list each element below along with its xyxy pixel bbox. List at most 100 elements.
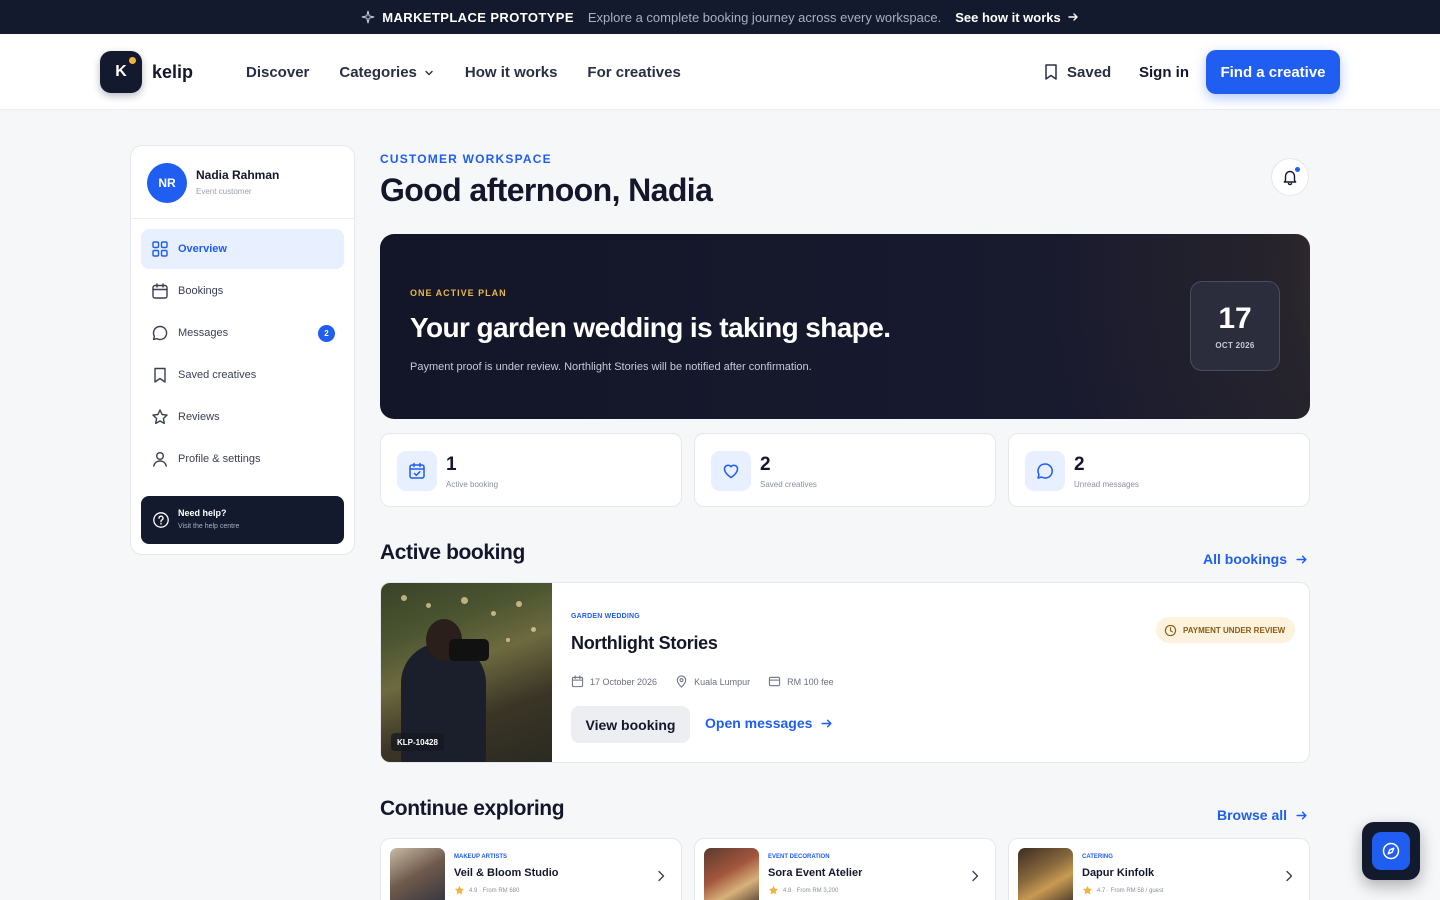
nav-for-creatives[interactable]: For creatives: [587, 64, 680, 81]
calendar-check-icon: [397, 451, 437, 491]
event-day: 17: [1218, 301, 1252, 335]
sidebar-item-label: Profile & settings: [178, 453, 261, 465]
all-bookings-label[interactable]: All bookings: [1203, 551, 1287, 567]
calendar-icon: [571, 675, 584, 688]
star-icon: [768, 885, 779, 895]
banner-link[interactable]: See how it works: [955, 10, 1078, 25]
creative-rating: 4.9 · From RM 680: [454, 885, 519, 896]
stat-saved-creatives[interactable]: 2 Saved creatives: [694, 433, 996, 507]
nav-how-it-works[interactable]: How it works: [465, 64, 558, 81]
booking-vendor-name: Northlight Stories: [571, 633, 718, 653]
workspace-eyebrow: CUSTOMER WORKSPACE: [380, 152, 552, 166]
saved-link[interactable]: Saved: [1043, 63, 1111, 81]
saved-label[interactable]: Saved: [1067, 64, 1111, 81]
nav-discover-label[interactable]: Discover: [246, 64, 309, 81]
arrow-right-icon: [821, 718, 832, 728]
plan-note: Payment proof is under review. Northligh…: [410, 361, 812, 373]
view-booking-button[interactable]: View booking: [571, 706, 690, 743]
nav-categories-label[interactable]: Categories: [339, 64, 417, 81]
booking-location: Kuala Lumpur: [675, 675, 750, 688]
clock-icon: [1164, 624, 1177, 636]
sparkle-icon: [362, 10, 375, 24]
sidebar-item-label: Messages: [178, 327, 229, 339]
stat-active-booking[interactable]: 1 Active booking: [380, 433, 682, 507]
chevron-down-icon: [425, 70, 433, 75]
nav-for-creatives-label[interactable]: For creatives: [587, 64, 680, 81]
avatar: NR: [147, 163, 187, 203]
booking-category: GARDEN WEDDING: [571, 613, 640, 620]
star-icon: [152, 409, 168, 425]
creative-card[interactable]: CATERING Dapur Kinfolk 4.7 · From RM 58 …: [1008, 838, 1310, 900]
stat-value: 1: [446, 454, 457, 475]
nav-how-it-works-label[interactable]: How it works: [465, 64, 558, 81]
browse-all-link[interactable]: Browse all: [1217, 807, 1308, 823]
creative-thumbnail: [1018, 848, 1073, 900]
help-card[interactable]: Need help? Visit the help centre: [141, 496, 344, 544]
creative-rating-text: 4.9 · From RM 680: [469, 887, 520, 894]
arrow-right-icon: [1296, 810, 1307, 820]
site-header: K kelip Discover Categories How it works…: [0, 34, 1440, 110]
logo[interactable]: K: [100, 51, 142, 93]
browse-all-label[interactable]: Browse all: [1217, 807, 1287, 823]
status-label: PAYMENT UNDER REVIEW: [1183, 625, 1286, 635]
sidebar-item-label: Saved creatives: [178, 369, 257, 381]
brand-name[interactable]: kelip: [152, 62, 193, 83]
creative-name: Sora Event Atelier: [768, 867, 863, 879]
sidebar-item-profile-settings[interactable]: Profile & settings: [141, 439, 344, 479]
nav-categories[interactable]: Categories: [339, 64, 435, 81]
event-date-badge: 17 OCT 2026: [1190, 281, 1280, 371]
arrow-right-icon: [1296, 554, 1307, 564]
booking-fee: RM 100 fee: [768, 675, 834, 688]
notifications-button[interactable]: [1271, 158, 1309, 196]
explore-fab[interactable]: [1362, 822, 1420, 880]
user-icon: [153, 452, 167, 467]
nav-discover[interactable]: Discover: [246, 64, 309, 81]
sidebar-item-saved-creatives[interactable]: Saved creatives: [141, 355, 344, 395]
user-name: Nadia Rahman: [196, 168, 280, 182]
creative-category: MAKEUP ARTISTS: [454, 854, 508, 860]
plan-hero: ONE ACTIVE PLAN Your garden wedding is t…: [380, 234, 1310, 419]
bookmark-icon: [1045, 64, 1057, 80]
stat-value: 2: [1074, 454, 1085, 475]
grid-icon: [152, 241, 168, 257]
unread-badge: 2: [318, 325, 335, 342]
chat-icon: [152, 325, 168, 341]
sidebar-item-label: Overview: [178, 243, 227, 255]
creative-rating-text: 4.8 · From RM 3,200: [783, 887, 839, 894]
sidebar-item-messages[interactable]: Messages 2: [141, 313, 344, 353]
booking-photo: KLP-10428: [381, 583, 552, 762]
booking-reference: KLP-10428: [391, 733, 444, 751]
stat-label: Active booking: [446, 480, 499, 489]
open-messages-link[interactable]: Open messages: [705, 715, 833, 731]
sidebar-menu: Overview Bookings Messages 2 Saved creat…: [141, 229, 344, 481]
wallet-icon: [768, 676, 781, 687]
profile-summary: NR Nadia Rahman Event customer: [131, 146, 354, 219]
plan-headline: Your garden wedding is taking shape.: [410, 312, 891, 343]
status-badge: PAYMENT UNDER REVIEW: [1156, 617, 1296, 643]
compass-icon: [1372, 832, 1410, 870]
banner-link-label[interactable]: See how it works: [955, 10, 1060, 25]
creative-card[interactable]: MAKEUP ARTISTS Veil & Bloom Studio 4.9 ·…: [380, 838, 682, 900]
page-title: Good afternoon, Nadia: [380, 172, 713, 208]
sidebar-item-overview[interactable]: Overview: [141, 229, 344, 269]
stat-unread-messages[interactable]: 2 Unread messages: [1008, 433, 1310, 507]
booking-meta: 17 October 2026 Kuala Lumpur RM 100 fee: [571, 675, 834, 688]
plan-tag: ONE ACTIVE PLAN: [410, 288, 507, 298]
camera-shape: [449, 639, 489, 661]
user-role: Event customer: [196, 187, 252, 196]
sidebar-item-reviews[interactable]: Reviews: [141, 397, 344, 437]
main-nav: Discover Categories How it works For cre…: [246, 64, 681, 81]
open-messages-label[interactable]: Open messages: [705, 715, 812, 731]
logo-letter: K: [115, 63, 127, 80]
location-pin-icon: [676, 675, 687, 688]
booking-fee-text: RM 100 fee: [787, 676, 834, 687]
sidebar-item-bookings[interactable]: Bookings: [141, 271, 344, 311]
banner-description: Explore a complete booking journey acros…: [587, 9, 942, 25]
creative-category: CATERING: [1082, 854, 1113, 860]
all-bookings-link[interactable]: All bookings: [1203, 551, 1308, 567]
creative-card[interactable]: EVENT DECORATION Sora Event Atelier 4.8 …: [694, 838, 996, 900]
find-creative-button[interactable]: Find a creative: [1206, 50, 1340, 94]
event-month: OCT 2026: [1215, 340, 1255, 350]
sign-in-link[interactable]: Sign in: [1139, 64, 1189, 81]
star-icon: [454, 885, 465, 895]
